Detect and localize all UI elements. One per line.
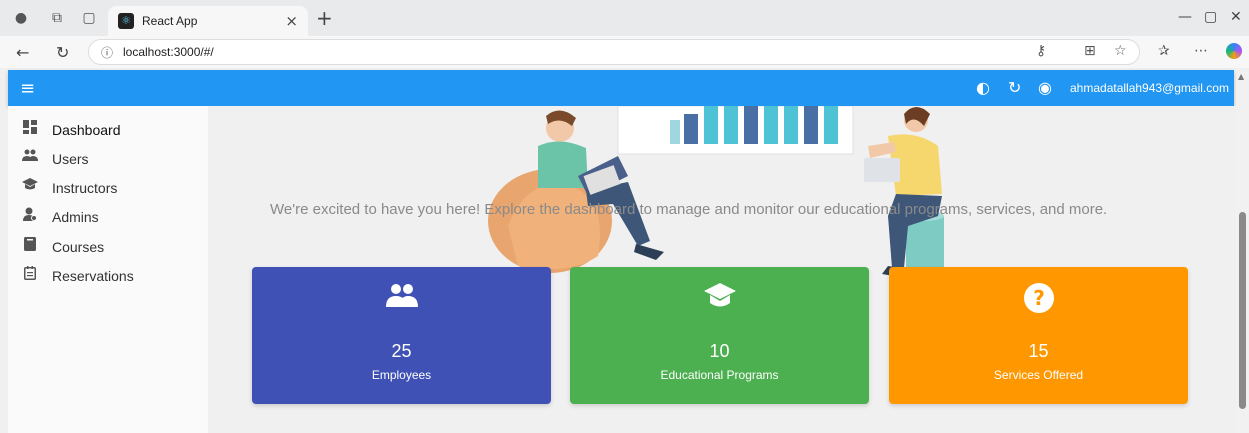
- tab-actions-icon[interactable]: ▢: [80, 9, 98, 27]
- stat-card-educational-programs: 10 Educational Programs: [570, 267, 869, 404]
- browser-tab-bar: ● ⧉ ▢ ⚛ React App × + — ▢ ✕: [0, 0, 1249, 36]
- calendar-icon: [22, 266, 38, 282]
- browser-address-bar: ← ↻ ⓘ localhost:3000/#/ ⚷ ⊞ ☆ ✰ ⋯: [0, 36, 1249, 68]
- stat-label: Educational Programs: [660, 368, 779, 382]
- main-content: We're excited to have you here! Explore …: [208, 106, 1236, 433]
- theme-toggle-icon[interactable]: ◐: [976, 78, 990, 97]
- stat-value: 10: [709, 341, 730, 361]
- scroll-up-icon[interactable]: ▲: [1238, 72, 1244, 81]
- app-bar: ≡ ◐ ↻ ◉ ahmadatallah943@gmail.com: [8, 70, 1234, 106]
- sidebar-item-dashboard[interactable]: Dashboard: [8, 116, 208, 142]
- sidebar-item-label: Dashboard: [52, 122, 121, 138]
- sidebar-item-instructors[interactable]: Instructors: [8, 174, 208, 200]
- scrollbar-thumb[interactable]: [1239, 212, 1246, 409]
- key-icon[interactable]: ⚷: [1036, 43, 1046, 59]
- stat-value: 15: [1028, 341, 1049, 361]
- workspaces-icon[interactable]: ⧉: [48, 9, 66, 27]
- stat-value: 25: [391, 341, 412, 361]
- stat-card-employees: 25 Employees: [252, 267, 551, 404]
- refresh-app-icon[interactable]: ↻: [1008, 78, 1021, 97]
- favorite-star-icon[interactable]: ☆: [1114, 43, 1127, 59]
- close-window-icon[interactable]: ✕: [1230, 9, 1242, 25]
- minimize-icon[interactable]: —: [1178, 9, 1192, 25]
- profile-icon[interactable]: ●: [12, 9, 30, 27]
- more-icon[interactable]: ⋯: [1194, 43, 1208, 59]
- tab-title: React App: [142, 14, 198, 28]
- sidebar-item-admins[interactable]: Admins: [8, 203, 208, 229]
- graduation-cap-icon: [22, 178, 38, 194]
- close-tab-icon[interactable]: ×: [285, 12, 298, 30]
- users-icon: [22, 149, 38, 165]
- stat-card-services-offered: ? 15 Services Offered: [889, 267, 1188, 404]
- sidebar-item-courses[interactable]: Courses: [8, 233, 208, 259]
- copilot-icon[interactable]: [1226, 43, 1242, 59]
- info-icon[interactable]: ⓘ: [101, 44, 113, 61]
- url-text: localhost:3000/#/: [123, 45, 214, 59]
- stat-label: Employees: [371, 368, 432, 382]
- url-field[interactable]: ⓘ localhost:3000/#/: [88, 39, 1140, 65]
- stat-label: Services Offered: [993, 368, 1084, 382]
- sidebar-item-label: Courses: [52, 239, 105, 255]
- react-icon: ⚛: [118, 13, 134, 29]
- sidebar-item-label: Users: [52, 151, 89, 167]
- hero-illustration: [488, 106, 944, 278]
- favorites-list-icon[interactable]: ✰: [1158, 43, 1170, 59]
- sidebar-item-users[interactable]: Users: [8, 145, 208, 171]
- sidebar-item-label: Admins: [52, 209, 99, 225]
- account-icon[interactable]: ◉: [1038, 78, 1052, 97]
- svg-text:?: ?: [1033, 286, 1045, 310]
- welcome-message: We're excited to have you here! Explore …: [270, 201, 1108, 218]
- sidebar-item-label: Reservations: [52, 268, 134, 284]
- users-icon: [252, 283, 551, 312]
- help-circle-icon: ?: [889, 283, 1188, 318]
- restore-icon[interactable]: ▢: [1204, 9, 1217, 25]
- new-tab-icon[interactable]: +: [316, 6, 333, 30]
- book-icon: [22, 237, 38, 253]
- back-icon[interactable]: ←: [16, 43, 29, 62]
- user-email[interactable]: ahmadatallah943@gmail.com: [1070, 81, 1229, 95]
- split-screen-icon[interactable]: ⊞: [1084, 43, 1096, 59]
- sidebar-item-reservations[interactable]: Reservations: [8, 262, 208, 288]
- dashboard-icon: [22, 120, 38, 136]
- graduation-cap-icon: [570, 283, 869, 314]
- admin-icon: [22, 207, 38, 223]
- browser-tab[interactable]: ⚛ React App ×: [108, 6, 308, 36]
- sidebar-item-label: Instructors: [52, 180, 118, 196]
- sidebar: Dashboard Users Instructors Admins Cours…: [8, 106, 208, 433]
- menu-icon[interactable]: ≡: [20, 78, 35, 99]
- refresh-icon[interactable]: ↻: [56, 43, 69, 62]
